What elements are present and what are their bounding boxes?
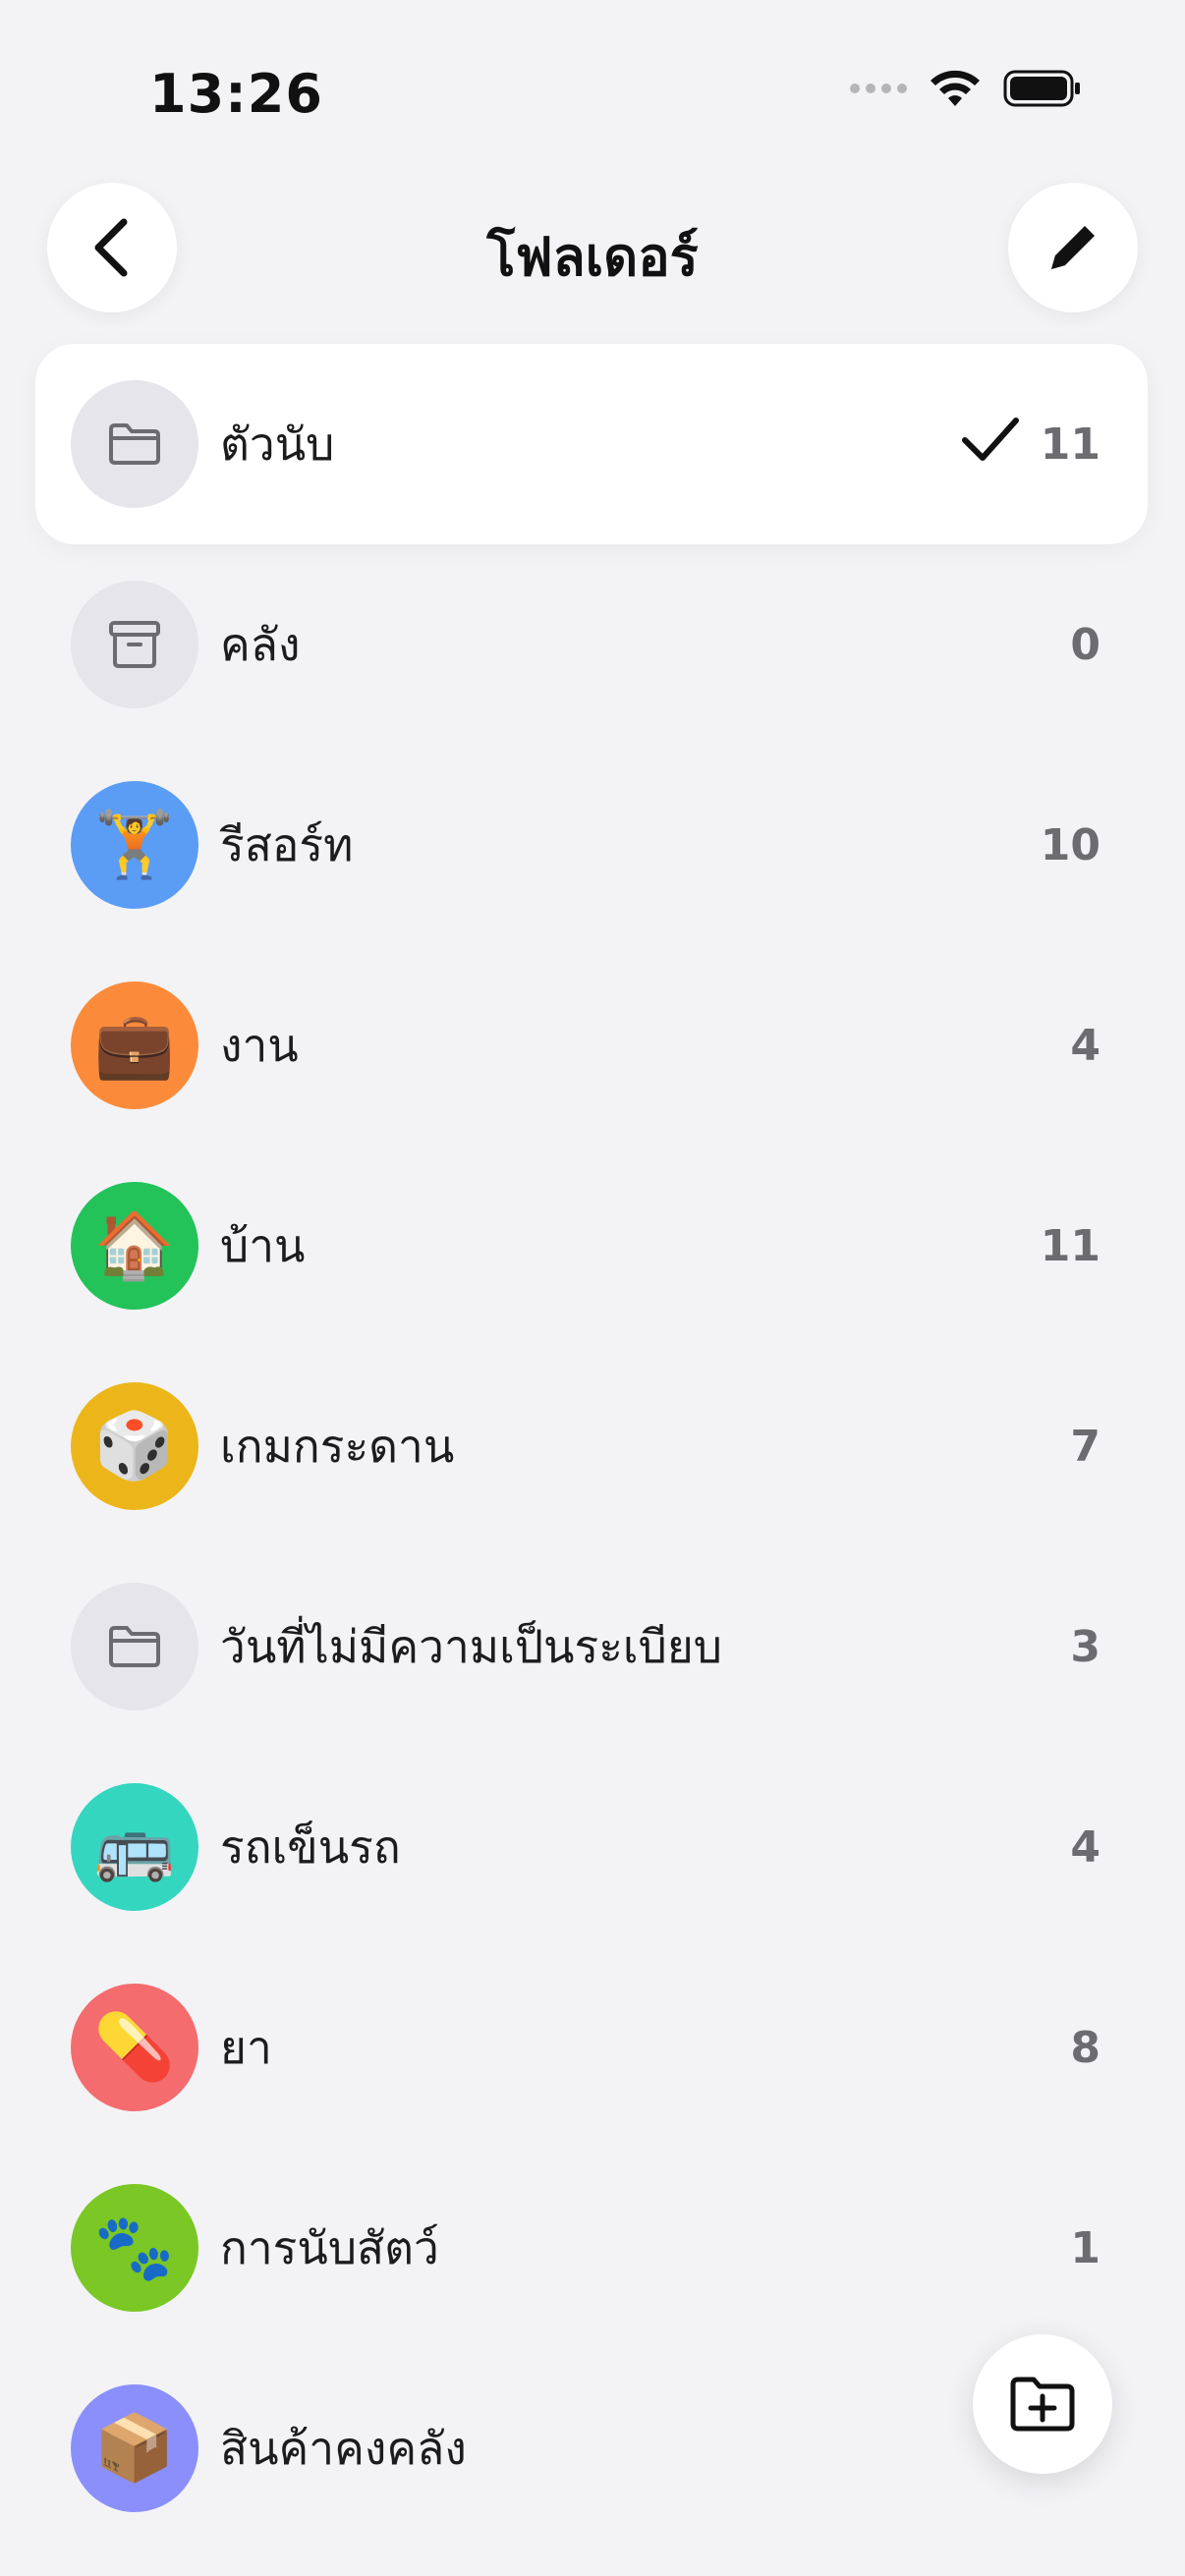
page-title: โฟลเดอร์ — [486, 226, 699, 288]
status-icons — [850, 69, 1082, 108]
folder-name: วันที่ไม่มีความเป็นระเบียบ — [220, 1619, 722, 1673]
folder-emoji-icon: 🎲 — [71, 1382, 198, 1510]
folder-count: 10 — [1040, 819, 1100, 870]
folder-count: 4 — [1070, 1821, 1100, 1873]
folder-name: รถเข็นรถ — [220, 1820, 401, 1874]
folder-count: 4 — [1070, 1020, 1100, 1071]
folder-count: 11 — [1040, 1220, 1100, 1271]
folder-name: งาน — [220, 1018, 299, 1072]
wifi-icon — [931, 70, 980, 106]
status-bar: 13:26 — [0, 0, 1185, 177]
folder-row[interactable]: 💼 งาน 4 — [35, 945, 1148, 1146]
folder-count: 11 — [1040, 419, 1100, 470]
folder-row[interactable]: 🏋️ รีสอร์ท 10 — [35, 745, 1148, 945]
folder-row[interactable]: ตัวนับ 11 — [35, 344, 1148, 544]
folder-name: การนับสัตว์ — [220, 2220, 439, 2274]
folder-row[interactable]: วันที่ไม่มีความเป็นระเบียบ 3 — [35, 1546, 1148, 1747]
folder-count: 1 — [1070, 2222, 1100, 2273]
folder-count: 0 — [1070, 619, 1100, 670]
folder-count: 7 — [1070, 1421, 1100, 1472]
folder-count: 3 — [1070, 1621, 1100, 1672]
folder-name: ตัวนับ — [220, 417, 335, 471]
folder-name: คลัง — [220, 617, 301, 671]
folder-icon — [71, 380, 198, 508]
folder-emoji-icon: 💼 — [71, 981, 198, 1109]
folder-icon — [71, 1583, 198, 1710]
folder-name: บ้าน — [220, 1218, 306, 1272]
folder-name: เกมกระดาน — [220, 1419, 455, 1473]
battery-icon — [1003, 70, 1080, 107]
folder-row[interactable]: 💊 ยา 8 — [35, 1947, 1148, 2148]
pencil-icon — [1051, 226, 1095, 269]
edit-button[interactable] — [1008, 183, 1138, 312]
folder-emoji-icon: 🏋️ — [71, 781, 198, 909]
folder-emoji-icon: 🚌 — [71, 1783, 198, 1911]
folders-screen: 13:26 โฟลเดอร์ ตัวนับ 11 คลัง 0 🏋️ รีสอร… — [0, 0, 1185, 2576]
folder-name: สินค้าคงคลัง — [220, 2421, 467, 2475]
cellular-signal-icon — [850, 84, 907, 93]
folder-name: ยา — [220, 2020, 272, 2074]
folder-row[interactable]: 🏠 บ้าน 11 — [35, 1146, 1148, 1346]
status-time: 13:26 — [149, 63, 323, 125]
folder-emoji-icon: 🏠 — [71, 1182, 198, 1310]
folder-emoji-icon: 🐾 — [71, 2184, 198, 2312]
checkmark-icon — [961, 415, 1020, 468]
folder-row[interactable]: 🎲 เกมกระดาน 7 — [35, 1346, 1148, 1546]
folder-name: รีสอร์ท — [220, 817, 354, 871]
folder-emoji-icon: 💊 — [71, 1984, 198, 2111]
folder-plus-icon — [1010, 2377, 1075, 2432]
new-folder-button[interactable] — [973, 2334, 1112, 2474]
archive-box-icon — [71, 581, 198, 708]
header: โฟลเดอร์ — [0, 177, 1185, 324]
folder-emoji-icon: 📦 — [71, 2384, 198, 2512]
folder-row[interactable]: 🚌 รถเข็นรถ 4 — [35, 1747, 1148, 1947]
folder-list: ตัวนับ 11 คลัง 0 🏋️ รีสอร์ท 10 💼 งาน 4 🏠 บ้าน 11 🎲 เกม… — [35, 344, 1148, 2548]
folder-row[interactable]: 🐾 การนับสัตว์ 1 — [35, 2148, 1148, 2348]
folder-count: 8 — [1070, 2022, 1100, 2073]
folder-row[interactable]: คลัง 0 — [35, 544, 1148, 745]
